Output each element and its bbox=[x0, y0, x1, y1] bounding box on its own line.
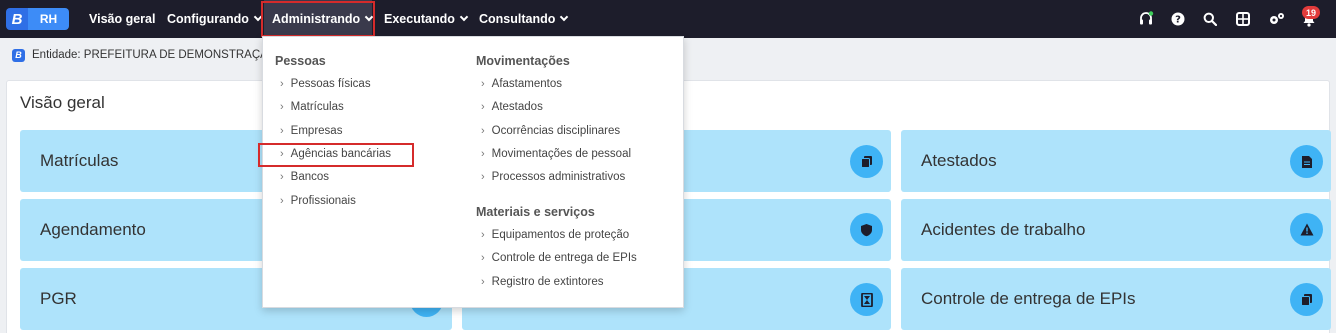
nav-visao-geral[interactable]: Visão geral bbox=[89, 0, 155, 38]
chevron-down-icon bbox=[459, 12, 469, 22]
apps-grid-icon[interactable] bbox=[1233, 9, 1253, 29]
menu-item-label: Bancos bbox=[290, 171, 330, 183]
help-icon[interactable]: ? bbox=[1168, 9, 1188, 29]
card-atestados[interactable]: Atestados bbox=[901, 130, 1331, 192]
nav-executando[interactable]: Executando bbox=[384, 0, 469, 38]
chevron-right-icon: › bbox=[481, 101, 485, 113]
app-logo[interactable]: B RH bbox=[6, 8, 69, 30]
warning-icon bbox=[1290, 213, 1323, 246]
card-label: Atestados bbox=[921, 151, 997, 170]
search-icon[interactable] bbox=[1200, 9, 1220, 29]
entity-logo-icon: B bbox=[12, 48, 25, 62]
highlight-agencias-bancarias bbox=[258, 143, 414, 167]
chevron-right-icon: › bbox=[481, 171, 485, 183]
menu-item-registro-de-extintores[interactable]: › Registro de extintores bbox=[481, 276, 604, 288]
menu-item-processos-administrativos[interactable]: › Processos administrativos bbox=[481, 171, 625, 183]
card-label: PGR bbox=[40, 289, 77, 308]
nav-label: Visão geral bbox=[89, 12, 156, 26]
menu-item-profissionais[interactable]: › Profissionais bbox=[280, 195, 356, 207]
settings-icon[interactable] bbox=[1267, 9, 1287, 29]
chevron-right-icon: › bbox=[481, 229, 485, 241]
menu-item-label: Controle de entrega de EPIs bbox=[491, 252, 637, 264]
menu-item-label: Ocorrências disciplinares bbox=[491, 125, 621, 137]
chevron-down-icon bbox=[560, 12, 569, 22]
menu-item-matriculas[interactable]: › Matrículas bbox=[280, 101, 344, 113]
card-label: Agendamento bbox=[40, 220, 146, 239]
menu-item-movimentacoes-de-pessoal[interactable]: › Movimentações de pessoal bbox=[481, 148, 631, 160]
menu-item-label: Pessoas físicas bbox=[290, 78, 371, 90]
menu-item-label: Equipamentos de proteção bbox=[491, 229, 630, 241]
menu-item-label: Atestados bbox=[491, 101, 543, 113]
menu-heading-movimentacoes: Movimentações bbox=[476, 54, 570, 68]
chevron-right-icon: › bbox=[481, 276, 485, 288]
nav-consultando[interactable]: Consultando bbox=[479, 0, 569, 38]
card-controle-de-entrega-de-epis[interactable]: Controle de entrega de EPIs bbox=[901, 268, 1331, 330]
hourglass-icon bbox=[850, 283, 883, 316]
chevron-right-icon: › bbox=[481, 78, 485, 90]
copy-icon bbox=[850, 145, 883, 178]
menu-item-label: Registro de extintores bbox=[491, 276, 604, 288]
menu-item-bancos[interactable]: › Bancos bbox=[280, 171, 329, 183]
notification-badge: 19 bbox=[1302, 6, 1320, 19]
menu-item-pessoas-fisicas[interactable]: › Pessoas físicas bbox=[280, 78, 371, 90]
card-label: Matrículas bbox=[40, 151, 119, 170]
nav-configurando[interactable]: Configurando bbox=[167, 0, 263, 38]
menu-heading-materiais-e-servicos: Materiais e serviços bbox=[476, 205, 595, 219]
menu-item-label: Empresas bbox=[290, 125, 343, 137]
copy-icon bbox=[1290, 283, 1323, 316]
nav-label: Consultando bbox=[479, 12, 556, 26]
menu-item-ocorrencias-disciplinares[interactable]: › Ocorrências disciplinares bbox=[481, 125, 620, 137]
nav-label: Configurando bbox=[167, 12, 249, 26]
product-name: RH bbox=[28, 8, 69, 30]
menu-item-empresas[interactable]: › Empresas bbox=[280, 125, 342, 137]
chevron-right-icon: › bbox=[280, 171, 284, 183]
highlight-administrando bbox=[261, 1, 375, 37]
logo-mark: B bbox=[6, 8, 28, 30]
menu-item-afastamentos[interactable]: › Afastamentos bbox=[481, 78, 562, 90]
page-title: Visão geral bbox=[20, 93, 105, 112]
card-label: Controle de entrega de EPIs bbox=[921, 289, 1136, 308]
card-acidentes-de-trabalho[interactable]: Acidentes de trabalho bbox=[901, 199, 1331, 261]
menu-item-equipamentos-de-protecao[interactable]: › Equipamentos de proteção bbox=[481, 229, 629, 241]
menu-item-controle-de-entrega-de-epis[interactable]: › Controle de entrega de EPIs bbox=[481, 252, 637, 264]
chevron-right-icon: › bbox=[280, 78, 284, 90]
svg-text:?: ? bbox=[1175, 15, 1181, 26]
chevron-right-icon: › bbox=[481, 148, 485, 160]
nav-label: Executando bbox=[384, 12, 455, 26]
menu-item-label: Afastamentos bbox=[491, 78, 562, 90]
entity-label: Entidade: PREFEITURA DE DEMONSTRAÇÃO bbox=[32, 49, 277, 61]
menu-item-label: Profissionais bbox=[290, 195, 356, 207]
chevron-right-icon: › bbox=[481, 125, 485, 137]
menu-item-label: Movimentações de pessoal bbox=[491, 148, 632, 160]
chevron-right-icon: › bbox=[280, 101, 284, 113]
menu-item-label: Matrículas bbox=[290, 101, 344, 113]
document-icon bbox=[1290, 145, 1323, 178]
chevron-right-icon: › bbox=[280, 195, 284, 207]
card-label: Acidentes de trabalho bbox=[921, 220, 1086, 239]
menu-item-label: Processos administrativos bbox=[491, 171, 626, 183]
chevron-right-icon: › bbox=[481, 252, 485, 264]
headset-icon[interactable] bbox=[1136, 9, 1156, 29]
menu-item-atestados[interactable]: › Atestados bbox=[481, 101, 543, 113]
shield-icon bbox=[850, 213, 883, 246]
chevron-right-icon: › bbox=[280, 125, 284, 137]
menu-heading-pessoas: Pessoas bbox=[275, 54, 326, 68]
